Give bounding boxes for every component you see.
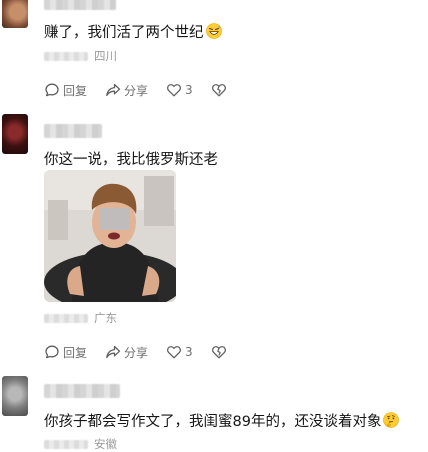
share-arrow-icon xyxy=(106,345,121,359)
like-count: 3 xyxy=(185,345,193,359)
dislike-button[interactable] xyxy=(211,344,230,360)
reply-bubble-icon xyxy=(45,345,59,359)
timestamp-blurred xyxy=(44,439,88,449)
comment-text: 你孩子都会写作文了，我闺蜜89年的，还没谈着对象 xyxy=(44,412,400,432)
share-label: 分享 xyxy=(124,83,149,98)
share-label: 分享 xyxy=(124,345,149,360)
avatar[interactable] xyxy=(2,376,28,416)
reply-button[interactable]: 回复 xyxy=(44,344,87,361)
grinning-sweat-emoji-icon xyxy=(205,23,222,39)
reply-label: 回复 xyxy=(63,345,88,360)
comment-text: 赚了，我们活了两个世纪 xyxy=(44,23,222,43)
username-blurred[interactable] xyxy=(44,0,116,10)
share-button[interactable]: 分享 xyxy=(105,344,148,361)
comment-text-content: 你这一说，我比俄罗斯还老 xyxy=(44,152,218,168)
like-button[interactable]: 3 xyxy=(166,82,193,98)
heart-icon xyxy=(167,84,182,97)
avatar[interactable] xyxy=(2,0,28,28)
avatar[interactable] xyxy=(2,114,28,154)
comment-text: 你这一说，我比俄罗斯还老 xyxy=(44,150,218,170)
broken-heart-icon xyxy=(211,346,226,359)
like-button[interactable]: 3 xyxy=(166,344,193,360)
reply-label: 回复 xyxy=(63,83,88,98)
comment-actions: 回复 分享 3 xyxy=(44,81,248,99)
reply-button[interactable]: 回复 xyxy=(44,82,87,99)
thinking-face-emoji-icon xyxy=(383,412,400,428)
comment-text-content: 你孩子都会写作文了，我闺蜜89年的，还没谈着对象 xyxy=(44,414,382,430)
comment-actions: 回复 分享 3 xyxy=(44,343,248,361)
comment-meta: 四川 xyxy=(44,49,117,63)
broken-heart-icon xyxy=(211,84,226,97)
comment-image[interactable] xyxy=(44,170,176,302)
comment-meta: 安徽 xyxy=(44,437,117,451)
comment-meta: 广东 xyxy=(44,311,117,325)
timestamp-blurred xyxy=(44,313,88,323)
location-label: 安徽 xyxy=(94,437,117,451)
comment-text-content: 赚了，我们活了两个世纪 xyxy=(44,25,204,41)
dislike-button[interactable] xyxy=(211,82,230,98)
share-arrow-icon xyxy=(106,83,121,97)
location-label: 广东 xyxy=(94,311,117,325)
heart-icon xyxy=(167,346,182,359)
reply-bubble-icon xyxy=(45,83,59,97)
username-blurred[interactable] xyxy=(44,124,102,138)
share-button[interactable]: 分享 xyxy=(105,82,148,99)
location-label: 四川 xyxy=(94,49,117,63)
comment-photo-graphic xyxy=(44,170,176,302)
username-blurred[interactable] xyxy=(44,384,120,398)
like-count: 3 xyxy=(185,83,193,97)
timestamp-blurred xyxy=(44,51,88,61)
